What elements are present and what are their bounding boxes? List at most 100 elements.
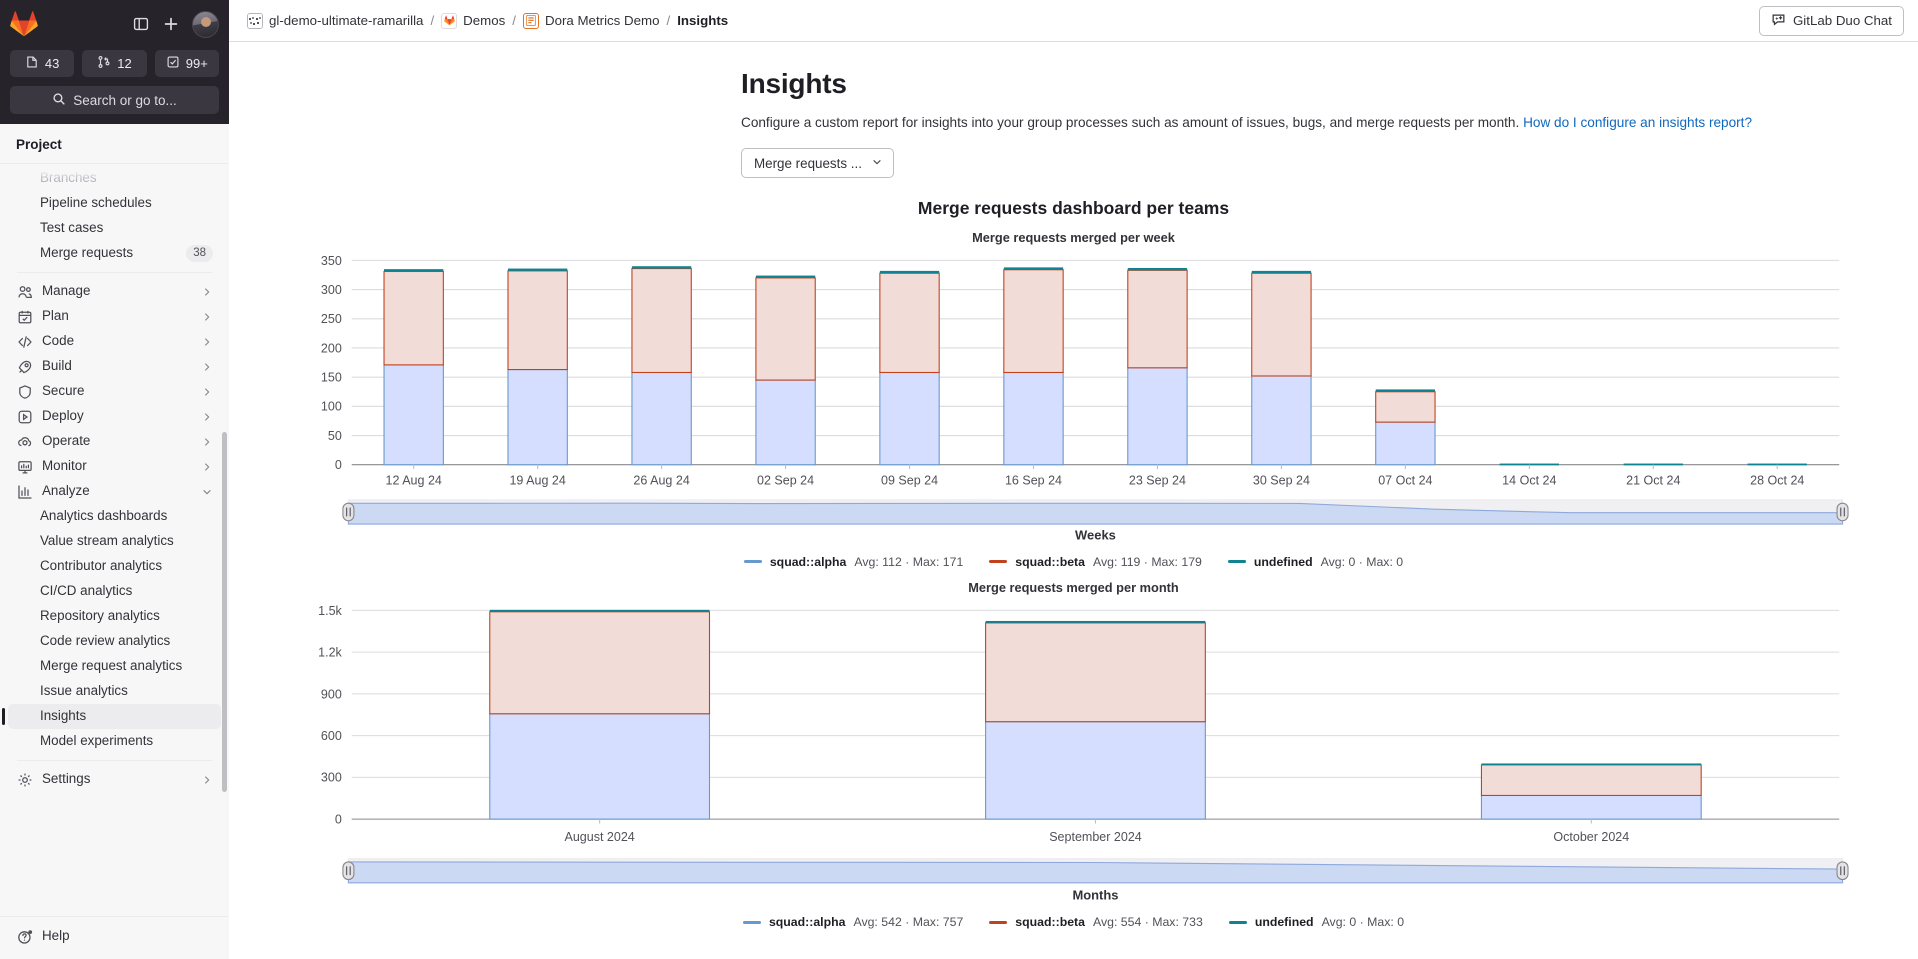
sidebar-item-settings[interactable]: Settings — [8, 767, 221, 792]
sidebar-item-label: Merge request analytics — [40, 658, 183, 674]
breadcrumb-item-dora-metrics-demo[interactable]: Dora Metrics Demo — [522, 12, 660, 29]
merge-requests-counter[interactable]: 12 — [82, 50, 147, 77]
bar-segment[interactable] — [1003, 267, 1064, 270]
gitlab-logo-icon[interactable] — [10, 10, 38, 38]
bar-segment[interactable] — [1375, 421, 1436, 466]
sidebar-item-analytics-dashboards[interactable]: Analytics dashboards — [8, 504, 221, 529]
data-zoom-handle-right[interactable] — [1836, 861, 1849, 880]
toggle-sidebar-icon[interactable] — [126, 9, 156, 39]
sidebar-item-operate[interactable]: Operate — [8, 429, 221, 454]
bar-segment[interactable] — [1127, 269, 1188, 369]
breadcrumb-item-demos[interactable]: Demos — [441, 12, 505, 29]
bar-segment[interactable] — [985, 620, 1206, 623]
sidebar-item-analyze[interactable]: Analyze — [8, 479, 221, 504]
bar-segment[interactable] — [1251, 270, 1312, 274]
sidebar-item-contributor-analytics[interactable]: Contributor analytics — [8, 554, 221, 579]
bar-segment[interactable] — [507, 268, 568, 271]
y-axis-tick-label: 300 — [321, 283, 342, 297]
bar-segment[interactable] — [383, 364, 444, 466]
sidebar-item-test-cases[interactable]: Test cases — [8, 216, 221, 241]
bar-segment[interactable] — [1127, 268, 1188, 271]
bar-segment[interactable] — [507, 369, 568, 466]
bar-segment[interactable] — [631, 371, 692, 466]
bar-segment[interactable] — [1480, 763, 1702, 796]
bar-segment[interactable] — [879, 371, 940, 466]
sidebar-item-plan[interactable]: Plan — [8, 304, 221, 329]
sidebar-item-merge-requests[interactable]: Merge requests 38 — [8, 241, 221, 266]
sidebar-item-merge-request-analytics[interactable]: Merge request analytics — [8, 654, 221, 679]
x-axis-tick-label: August 2024 — [564, 830, 634, 844]
bar-segment[interactable] — [1481, 763, 1702, 765]
issues-counter[interactable]: 43 — [10, 50, 75, 77]
bar-segment[interactable] — [879, 272, 940, 374]
sidebar-item-code-review-analytics[interactable]: Code review analytics — [8, 629, 221, 654]
bar-segment[interactable] — [384, 269, 444, 272]
data-zoom-handle-left[interactable] — [342, 861, 355, 880]
bar-segment[interactable] — [1003, 371, 1064, 466]
sidebar-item-label: Monitor — [42, 458, 87, 474]
legend-item-undefined[interactable]: undefined Avg: 0 · Max: 0 — [1228, 915, 1404, 929]
bar-segment[interactable] — [1003, 269, 1064, 374]
sidebar-item-code[interactable]: Code — [8, 329, 221, 354]
breadcrumb-item-gl-demo-ultimate-ramarilla[interactable]: gl-demo-ultimate-ramarilla — [247, 12, 423, 29]
sidebar-item-value-stream-analytics[interactable]: Value stream analytics — [8, 529, 221, 554]
bar-segment[interactable] — [489, 609, 710, 612]
sidebar-item-issue-analytics[interactable]: Issue analytics — [8, 679, 221, 704]
create-new-icon[interactable] — [156, 9, 186, 39]
bar-segment[interactable] — [755, 275, 816, 278]
bar-segment[interactable] — [383, 270, 444, 366]
bar-segment[interactable] — [879, 270, 940, 274]
bar-segment[interactable] — [489, 610, 711, 714]
bar-segment[interactable] — [1375, 391, 1436, 423]
sidebar-item-model-experiments[interactable]: Model experiments — [8, 729, 221, 754]
sidebar-nav-scroll[interactable]: Branches Pipeline schedules Test cases Merg… — [0, 164, 229, 916]
sidebar-item-help[interactable]: Help — [8, 924, 221, 949]
bar-segment[interactable] — [1480, 794, 1702, 820]
y-axis-tick-label: 1.5k — [318, 603, 342, 617]
bar-segment[interactable] — [755, 277, 816, 381]
bar-segment[interactable] — [985, 621, 1206, 722]
bar-segment[interactable] — [755, 379, 816, 466]
bar-segment[interactable] — [489, 712, 711, 820]
sidebar-item-monitor[interactable]: Monitor — [8, 454, 221, 479]
sidebar-item-branches[interactable]: Branches — [8, 166, 221, 191]
sidebar-item-insights[interactable]: Insights — [2, 704, 221, 729]
bar-segment[interactable] — [631, 266, 692, 269]
report-select-dropdown[interactable]: Merge requests ... — [741, 148, 894, 179]
sidebar-scrollbar[interactable] — [222, 432, 227, 792]
legend-item-squad-beta[interactable]: squad::beta Avg: 554 · Max: 733 — [989, 915, 1203, 929]
bar-segment[interactable] — [507, 270, 568, 371]
bar-segment[interactable] — [1375, 389, 1436, 392]
sidebar-item-pipeline-schedules[interactable]: Pipeline schedules — [8, 191, 221, 216]
legend-item-squad-alpha[interactable]: squad::alpha Avg: 112 · Max: 171 — [743, 555, 963, 569]
bar-segment[interactable] — [631, 268, 692, 374]
issues-count: 43 — [44, 56, 60, 71]
legend-swatch — [742, 920, 761, 924]
search-input[interactable]: Search or go to... — [10, 86, 219, 114]
todos-counter[interactable]: 99+ — [154, 50, 219, 77]
bar-segment[interactable] — [1127, 367, 1188, 466]
gitlab-duo-chat-button[interactable]: GitLab Duo Chat — [1758, 5, 1904, 36]
chart-2-canvas[interactable]: Merge requests03006009001.2k1.5kAugust 2… — [277, 595, 1870, 914]
data-zoom-handle-right[interactable] — [1836, 502, 1849, 522]
sidebar-item-build[interactable]: Build — [8, 354, 221, 379]
user-avatar[interactable] — [192, 10, 219, 38]
chart-1-canvas[interactable]: Merge requests05010015020025030035012 Au… — [277, 245, 1870, 553]
bar-segment[interactable] — [1251, 272, 1312, 377]
sidebar-item-repository-analytics[interactable]: Repository analytics — [8, 604, 221, 629]
sidebar-item-ci-cd-analytics[interactable]: CI/CD analytics — [8, 579, 221, 604]
main-area: gl-demo-ultimate-ramarilla / Demos / Dora Me… — [229, 0, 1918, 959]
sidebar-item-secure[interactable]: Secure — [8, 379, 221, 404]
cloud-gear-icon — [17, 434, 33, 450]
sidebar-item-manage[interactable]: Manage — [8, 279, 221, 304]
legend-item-undefined[interactable]: undefined Avg: 0 · Max: 0 — [1227, 555, 1403, 569]
sidebar-section-title: Project — [0, 124, 229, 164]
insights-help-link[interactable]: How do I configure an insights report? — [1523, 115, 1752, 130]
bar-segment[interactable] — [1251, 375, 1312, 466]
sidebar-item-deploy[interactable]: Deploy — [8, 404, 221, 429]
data-zoom-handle-left[interactable] — [342, 502, 355, 522]
legend-item-squad-alpha[interactable]: squad::alpha Avg: 542 · Max: 757 — [742, 915, 963, 929]
bar-segment[interactable] — [985, 720, 1206, 820]
issue-icon — [25, 55, 39, 72]
legend-item-squad-beta[interactable]: squad::beta Avg: 119 · Max: 179 — [989, 555, 1202, 569]
